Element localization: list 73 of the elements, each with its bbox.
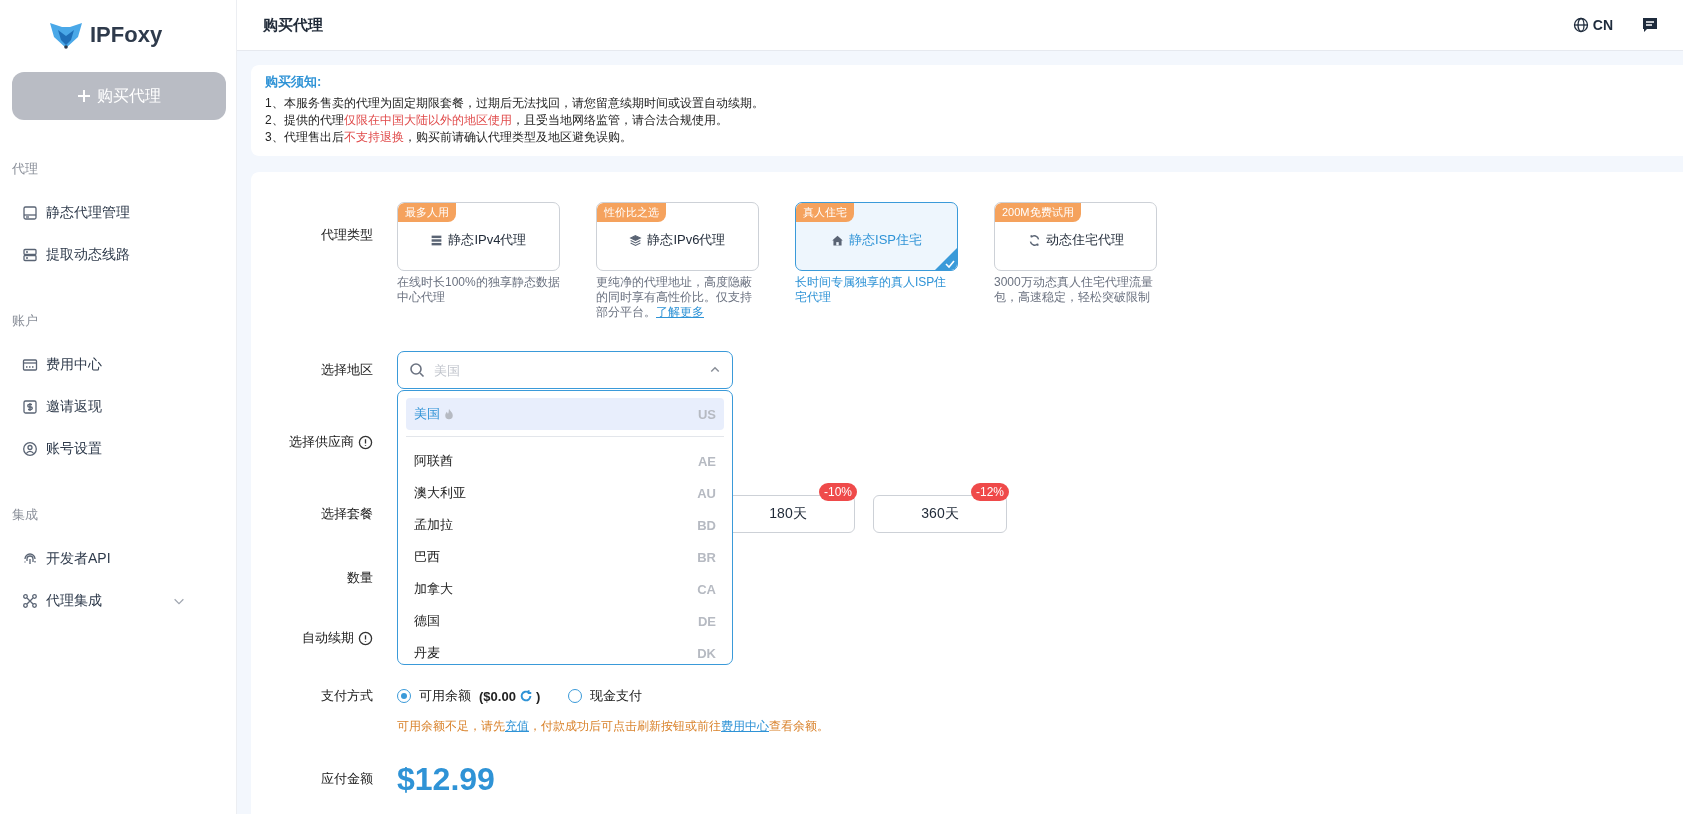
region-option[interactable]: 孟加拉 BD	[406, 509, 724, 541]
sidebar-item[interactable]: 代理集成	[0, 580, 236, 622]
field-label: 选择套餐	[321, 505, 373, 523]
field-label: 选择地区	[321, 361, 373, 379]
closing-parenthesis: )	[535, 688, 541, 704]
fox-logo-icon	[48, 20, 84, 50]
sidebar-item[interactable]: 邀请返现	[0, 386, 236, 428]
notice-line: 1、本服务售卖的代理为固定期限套餐，过期后无法找回，请您留意续期时间或设置自动续期。	[265, 95, 765, 112]
chat-icon[interactable]	[1641, 16, 1659, 34]
balance-warning: 可用余额不足，请先充值，付款成功后可点击刷新按钮或前往费用中心查看余额。	[397, 717, 830, 735]
dollar-icon	[22, 399, 38, 415]
discount-badge: -12%	[971, 483, 1009, 501]
section-heading: 账户	[12, 312, 39, 330]
region-option[interactable]: 加拿大 CA	[406, 573, 724, 605]
sidebar-item[interactable]: 静态代理管理	[0, 192, 236, 234]
proxy-type-card[interactable]: 性价比之选 静态IPv6代理	[596, 202, 759, 271]
field-label: 代理类型	[321, 226, 373, 244]
field-label: 数量	[347, 569, 373, 587]
description-text: 长时间专属独享的真人ISP住宅代理	[795, 275, 948, 305]
description-text: 3000万动态真人住宅代理流量包，高速稳定，轻松突破限制	[994, 275, 1154, 305]
proxy-type-card[interactable]: 200M免费试用 动态住宅代理	[994, 202, 1157, 271]
field-label: 自动续期	[302, 629, 354, 647]
region-option[interactable]: 澳大利亚 AU	[406, 477, 724, 509]
logo-text: IPFoxy	[90, 22, 163, 48]
card-icon	[22, 357, 38, 373]
refresh-icon[interactable]	[518, 689, 533, 703]
notice-line: 2、提供的代理仅限在中国大陆以外的地区使用，且受当地网络监管，请合法合规使用。	[265, 112, 729, 129]
drive-icon	[22, 205, 38, 221]
info-icon[interactable]	[358, 434, 373, 450]
text-link[interactable]: 充值	[505, 718, 529, 733]
network-icon	[22, 593, 38, 609]
proxy-type-card[interactable]: 最多人用 静态IPv4代理	[397, 202, 560, 271]
sidebar-item[interactable]: 账号设置	[0, 428, 236, 470]
user-icon	[22, 441, 38, 457]
text-link[interactable]: 费用中心	[721, 718, 769, 733]
region-option[interactable]: 德国 DE	[406, 605, 724, 637]
option-label: 可用余额	[419, 687, 471, 705]
region-search-field[interactable]: 美国	[397, 351, 733, 389]
field-label: 支付方式	[321, 687, 373, 705]
region-option[interactable]: 丹麦 DK	[406, 637, 724, 664]
sidebar-item[interactable]: 提取动态线路	[0, 234, 236, 276]
fingerprint-icon	[22, 551, 38, 567]
language-code[interactable]: CN	[1592, 17, 1613, 33]
notice-line: 3、代理售出后不支持退换，购买前请确认代理类型及地区避免误购。	[265, 129, 633, 146]
plan-option[interactable]: 360天	[873, 495, 1007, 533]
search-icon	[409, 362, 425, 378]
region-option[interactable]: 巴西 BR	[406, 541, 724, 573]
total-amount: $12.99	[397, 760, 496, 798]
notice-title: 购买须知:	[265, 73, 323, 91]
refresh-icon	[1027, 233, 1041, 247]
field-label: 应付金额	[321, 770, 373, 788]
balance-amount: ($0.00	[479, 688, 516, 704]
learn-more-link[interactable]: 了解更多	[656, 305, 704, 319]
flame-icon	[443, 408, 455, 420]
page-title: 购买代理	[263, 15, 323, 35]
plus-icon	[77, 89, 91, 103]
description-text: 更纯净的代理地址，高度隐蔽的同时享有高性价比。仅支持部分平台。了解更多	[596, 275, 753, 320]
checkmark-corner-icon	[935, 248, 957, 270]
info-icon[interactable]	[358, 630, 373, 646]
layers-icon	[629, 233, 643, 247]
house-icon	[831, 233, 844, 247]
server-icon	[430, 233, 444, 247]
option-label: 现金支付	[590, 687, 643, 705]
discount-badge: -10%	[819, 483, 857, 501]
globe-icon[interactable]	[1572, 17, 1589, 33]
description-text: 在线时长100%的独享静态数据中心代理	[397, 275, 560, 305]
server-icon	[22, 247, 38, 263]
sidebar-item[interactable]: 费用中心	[0, 344, 236, 386]
sidebar-item[interactable]: 开发者API	[0, 538, 236, 580]
region-option[interactable]: 阿联酋 AE	[406, 445, 724, 477]
field-label: 选择供应商	[289, 433, 354, 451]
section-heading: 代理	[12, 160, 39, 178]
section-heading: 集成	[12, 506, 39, 524]
